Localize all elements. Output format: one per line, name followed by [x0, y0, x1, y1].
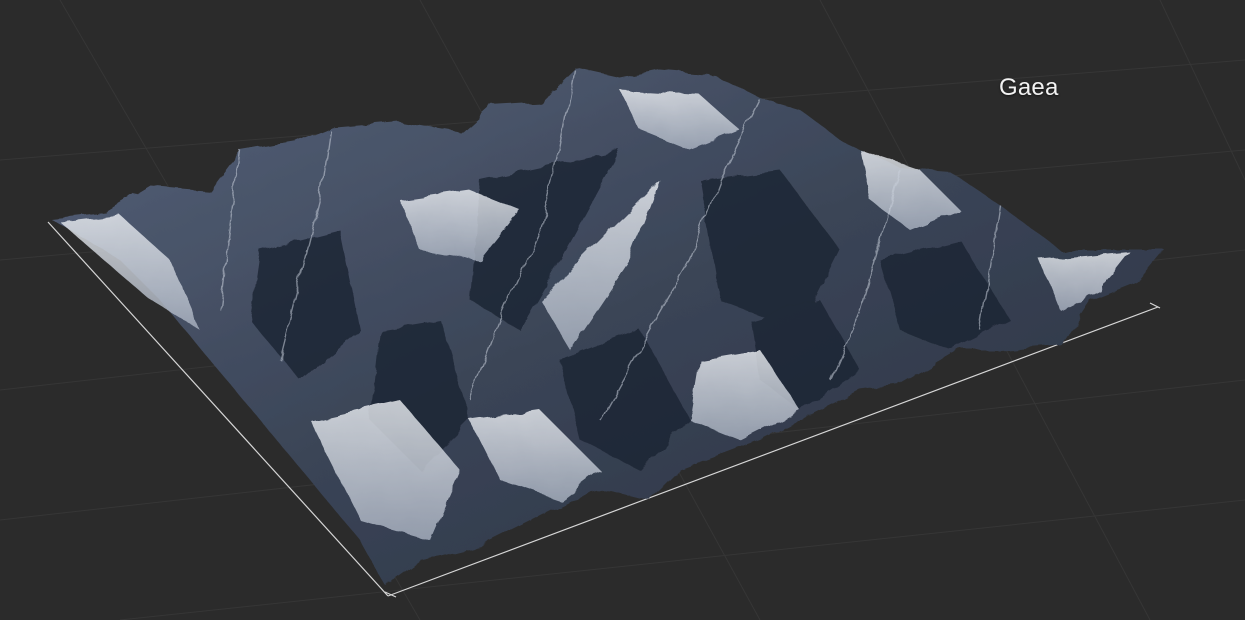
app-title-label: Gaea	[999, 74, 1059, 101]
terrain-mesh	[50, 68, 1165, 585]
3d-viewport[interactable]: Gaea	[0, 0, 1245, 620]
